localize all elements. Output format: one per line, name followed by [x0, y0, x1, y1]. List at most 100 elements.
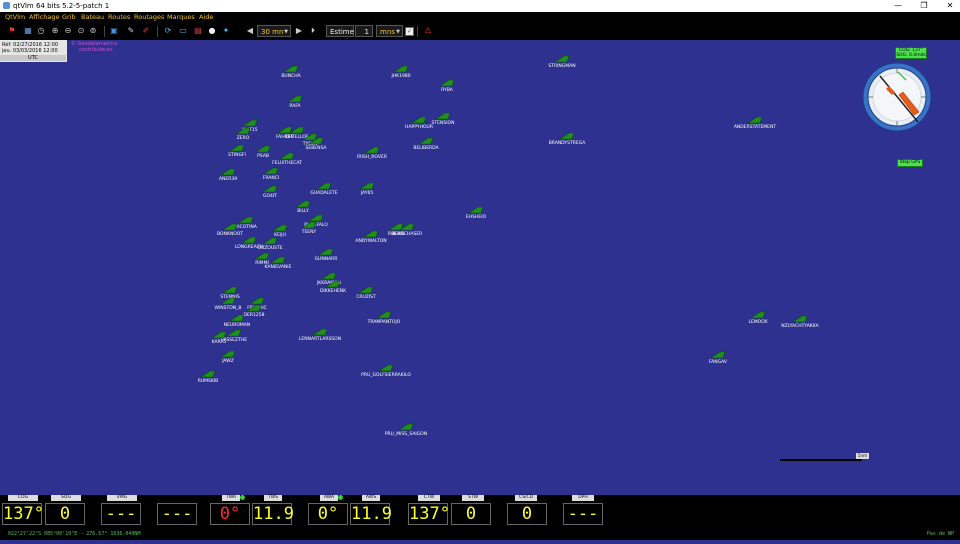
boat-marker[interactable]: [246, 304, 262, 312]
boat-marker[interactable]: [468, 206, 484, 214]
boat-marker[interactable]: [359, 182, 375, 190]
boat-marker[interactable]: [238, 216, 254, 224]
grib-icon[interactable]: ▣: [109, 26, 119, 36]
boat-label: GUNNARR: [314, 257, 338, 262]
tools-icon[interactable]: ✎: [126, 26, 136, 36]
menu-bateau[interactable]: Bateau: [81, 12, 104, 23]
boat-marker[interactable]: [312, 328, 328, 336]
boat-marker[interactable]: [229, 144, 245, 152]
boat-marker[interactable]: [295, 200, 311, 208]
boat-marker[interactable]: [242, 119, 258, 127]
boat-marker[interactable]: [241, 236, 257, 244]
menu-routes[interactable]: Routes: [108, 12, 130, 23]
settings-icon[interactable]: ✦: [221, 26, 231, 36]
boat-marker[interactable]: [229, 314, 245, 322]
next-step-icon[interactable]: ▶: [294, 26, 304, 36]
boat-marker[interactable]: [376, 311, 392, 319]
menu-grib[interactable]: Grib: [62, 12, 76, 23]
boat-marker[interactable]: [411, 116, 427, 124]
clock-icon[interactable]: ◷: [36, 26, 46, 36]
boat-marker[interactable]: [220, 350, 236, 358]
menu-qtvlm[interactable]: QtVlm: [5, 12, 25, 23]
map-icon[interactable]: ▦: [23, 26, 33, 36]
boat-marker[interactable]: [279, 152, 295, 160]
boat-marker[interactable]: [363, 230, 379, 238]
boat-label: FRANCI: [262, 176, 280, 181]
boat-marker[interactable]: [220, 168, 236, 176]
boat-marker[interactable]: [325, 280, 341, 288]
boat-marker[interactable]: [255, 145, 271, 153]
boat-marker[interactable]: [262, 185, 278, 193]
boat-marker[interactable]: [398, 423, 414, 431]
boat-marker[interactable]: [747, 116, 763, 124]
estime-checkbox[interactable]: ✓: [405, 27, 414, 36]
boat-marker[interactable]: [235, 127, 251, 135]
boat-marker[interactable]: [222, 286, 238, 294]
globe-icon[interactable]: ●: [207, 26, 217, 36]
gauge-stw: 0: [451, 503, 491, 525]
boat-marker[interactable]: [792, 315, 808, 323]
boat-marker[interactable]: [226, 329, 242, 337]
zoom-in-icon[interactable]: ⊕: [50, 26, 60, 36]
boat-marker[interactable]: [308, 137, 324, 145]
boat-marker[interactable]: [263, 167, 279, 175]
close-icon[interactable]: ✕: [940, 0, 960, 12]
boat-marker[interactable]: [378, 364, 394, 372]
boat-marker[interactable]: [200, 370, 216, 378]
play-icon[interactable]: ⏵: [308, 26, 318, 36]
boat-marker[interactable]: [283, 65, 299, 73]
boat-marker[interactable]: [301, 221, 317, 229]
boat-marker[interactable]: [750, 311, 766, 319]
boat-icon[interactable]: ⚑: [7, 26, 17, 36]
boat-marker[interactable]: [222, 223, 238, 231]
boat-marker[interactable]: [710, 351, 726, 359]
menu-marques[interactable]: Marques: [167, 12, 195, 23]
pen-icon[interactable]: ✐: [141, 26, 151, 36]
prev-step-icon[interactable]: ◀: [245, 26, 255, 36]
boat-marker[interactable]: [559, 132, 575, 140]
boat-marker[interactable]: [316, 182, 332, 190]
boat-marker[interactable]: [272, 224, 288, 232]
boat-marker[interactable]: [262, 237, 278, 245]
zoom-fit-icon[interactable]: ⊙: [76, 26, 86, 36]
stop-gps-button[interactable]: Stop GPS: [897, 159, 923, 167]
menu-affichage[interactable]: Affichage: [29, 12, 60, 23]
instrument-dashboard: COG 137° SOG 0 VMG ---- ---- TWA 0° TWS …: [0, 495, 960, 544]
unit-select[interactable]: mns ▼: [376, 25, 403, 37]
zoom-all-icon[interactable]: ⊚: [88, 26, 98, 36]
menu-routages[interactable]: Routages: [134, 12, 164, 23]
menu-aide[interactable]: Aide: [199, 12, 213, 23]
save-icon[interactable]: ▭: [178, 26, 188, 36]
boat-label: EHSHEIO: [465, 215, 487, 220]
boat-marker[interactable]: [435, 112, 451, 120]
compass[interactable]: [862, 62, 932, 132]
boat-marker[interactable]: [270, 256, 286, 264]
boat-marker[interactable]: [364, 146, 380, 154]
refresh-icon[interactable]: ⟳: [163, 26, 173, 36]
gauge-sog: 0: [45, 503, 85, 525]
zoom-out-icon[interactable]: ⊖: [63, 26, 73, 36]
boat-marker[interactable]: [418, 137, 434, 145]
gauge-tws: 11.9: [252, 503, 294, 525]
gauge-label-awa: AWA: [320, 495, 338, 501]
boat-marker[interactable]: [211, 331, 227, 339]
boat-marker[interactable]: [318, 248, 334, 256]
warning-icon[interactable]: ⚠: [423, 26, 433, 36]
boat-label: BRANDYSTREGA: [548, 141, 586, 146]
boat-marker[interactable]: [358, 286, 374, 294]
map-canvas[interactable]: BUNCHA JHK1980 RYBA STRINGMAN RAFA NUT15 ZERO F…: [0, 40, 960, 495]
boat-marker[interactable]: [399, 223, 415, 231]
boat-marker[interactable]: [439, 79, 455, 87]
calendar-icon[interactable]: ▤: [193, 26, 203, 36]
boat-marker[interactable]: [287, 95, 303, 103]
boat-marker[interactable]: [220, 297, 236, 305]
boat-marker[interactable]: [254, 252, 270, 260]
minimize-icon[interactable]: —: [888, 0, 908, 12]
interval-select[interactable]: 30 mn ▼: [257, 25, 291, 37]
boat-marker[interactable]: [554, 55, 570, 63]
maximize-icon[interactable]: ❐: [914, 0, 934, 12]
estime-spinbox[interactable]: 1: [355, 25, 373, 37]
boat-label: BONKNOOT: [216, 232, 244, 237]
boat-marker[interactable]: [321, 272, 337, 280]
boat-marker[interactable]: [393, 65, 409, 73]
